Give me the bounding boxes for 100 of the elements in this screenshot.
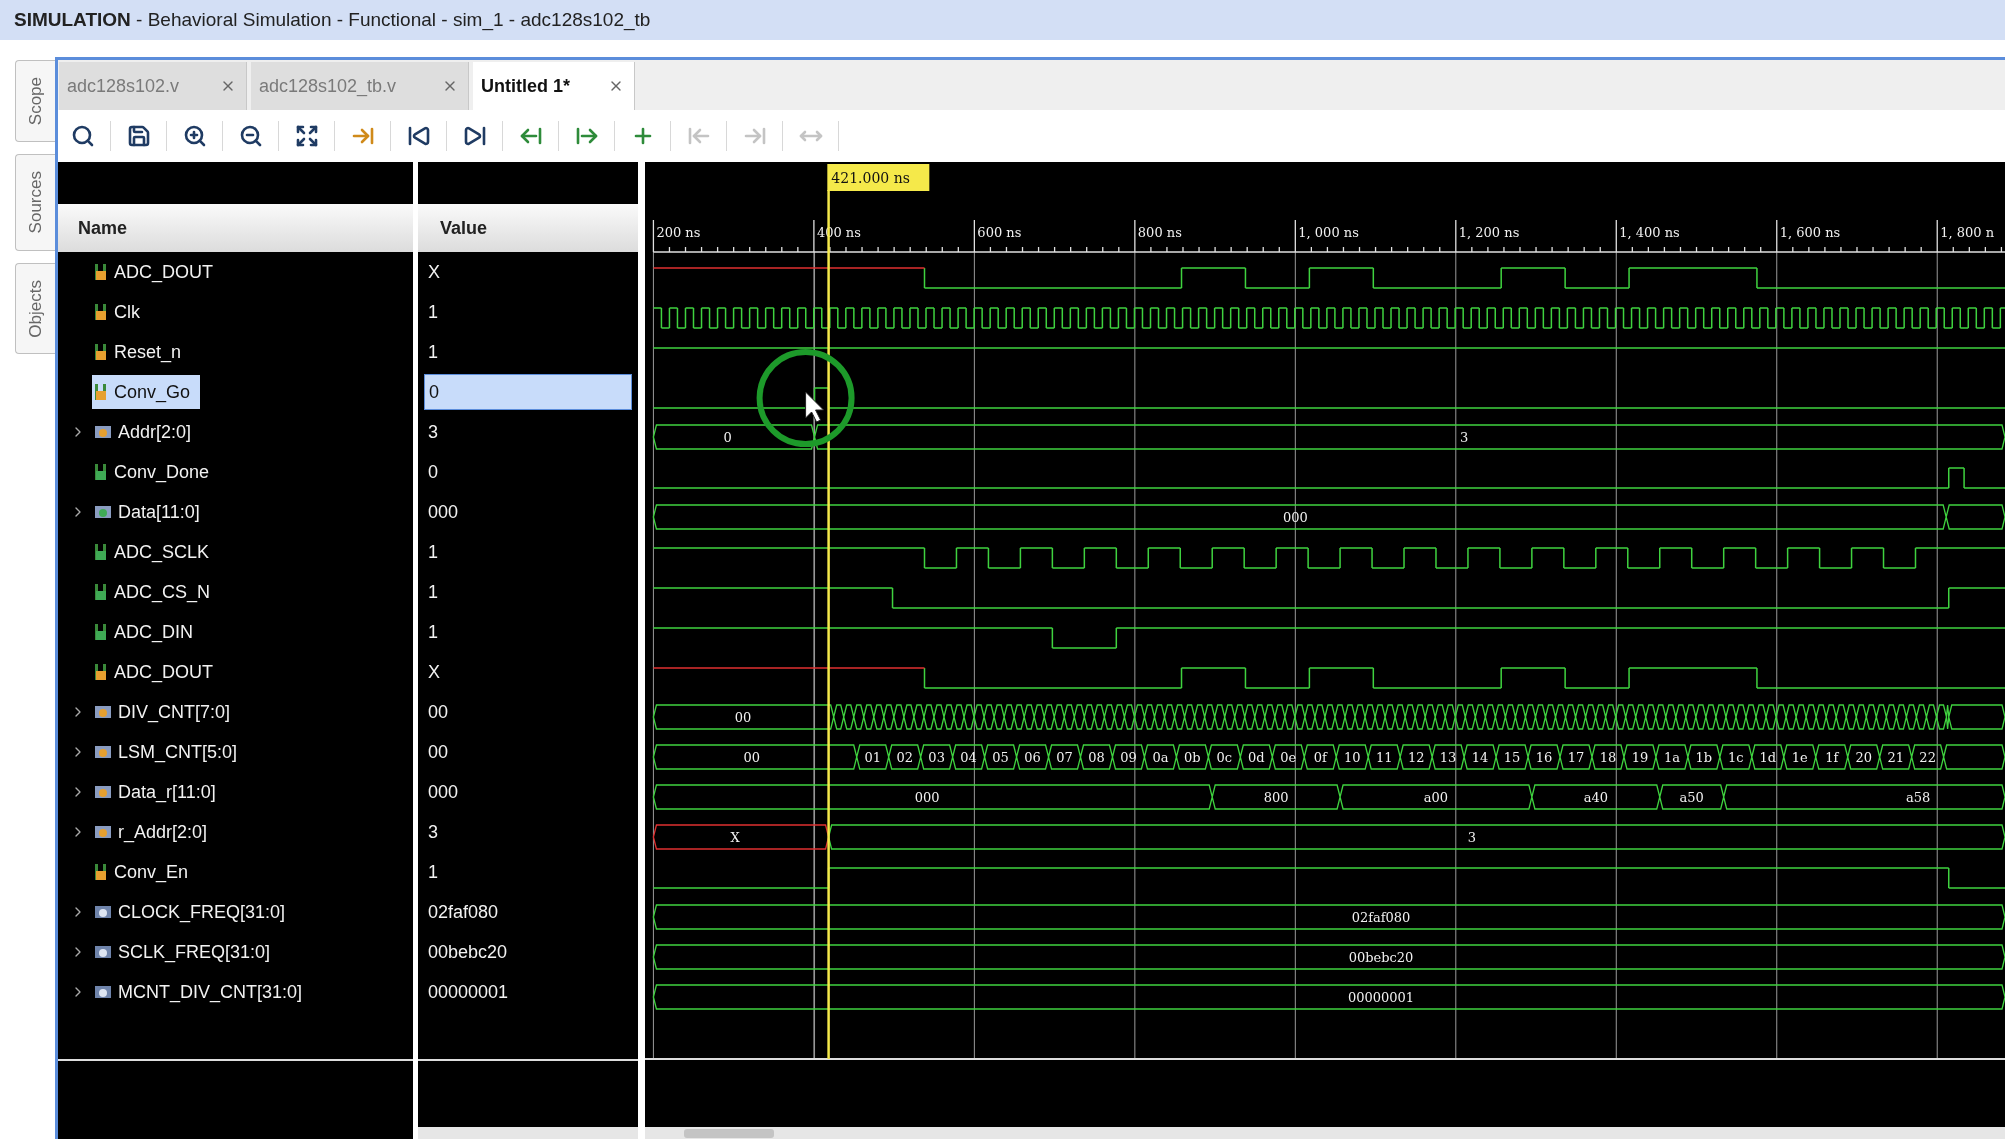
bus-value-label: 00bebc20 bbox=[1348, 950, 1414, 965]
bus-value-label: 08 bbox=[1088, 750, 1105, 765]
bus-value-label: 0a bbox=[1152, 750, 1169, 765]
bus-value-label: 13 bbox=[1439, 750, 1457, 765]
bus-value-label: 21 bbox=[1887, 750, 1904, 765]
signal-name[interactable]: LSM_CNT[5:0] bbox=[92, 735, 248, 769]
signal-value: X bbox=[427, 660, 441, 684]
signal-name[interactable]: r_Addr[2:0] bbox=[92, 815, 218, 849]
signal-name[interactable]: Conv_Go bbox=[92, 375, 201, 409]
time-tick-label: 1, 200 ns bbox=[1458, 225, 1520, 240]
signal-name[interactable]: ADC_DOUT bbox=[92, 255, 223, 289]
bus-value-label: 000 bbox=[1282, 510, 1308, 525]
signal-value: 3 bbox=[427, 820, 439, 844]
bus-value-label: 3 bbox=[1459, 430, 1469, 445]
bus-value-label: 1b bbox=[1695, 750, 1713, 765]
bus-value-label: 16 bbox=[1535, 750, 1553, 765]
bus-value-label: X bbox=[730, 830, 740, 845]
editor-tab[interactable]: Untitled 1* bbox=[473, 62, 635, 110]
signal-name[interactable]: Reset_n bbox=[92, 335, 192, 369]
signal-name[interactable]: ADC_DIN bbox=[92, 615, 203, 649]
signal-value: 000 bbox=[427, 780, 460, 804]
signal-value: 00 bbox=[427, 740, 450, 764]
signal-value: 3 bbox=[427, 420, 439, 444]
scrollbar-thumb[interactable] bbox=[684, 1128, 774, 1138]
bus-value-label: 15 bbox=[1503, 750, 1521, 765]
signal-name[interactable]: Addr[2:0] bbox=[92, 415, 202, 449]
time-tick-label: 600 ns bbox=[977, 225, 1022, 240]
signal-value: 1 bbox=[427, 340, 439, 364]
signal-value: 1 bbox=[427, 300, 439, 324]
bus-value-label: 18 bbox=[1599, 750, 1617, 765]
skip-forward-icon bbox=[463, 124, 487, 148]
bus-value-label: 22 bbox=[1919, 750, 1936, 765]
bus-value-label: 00000001 bbox=[1347, 990, 1415, 1005]
signal-value: 000 bbox=[427, 500, 460, 524]
bus-value-label: 12 bbox=[1407, 750, 1425, 765]
bus-value-label: 0d bbox=[1248, 750, 1265, 765]
side-tab[interactable]: Objects bbox=[15, 262, 55, 355]
bus-value-label: 0f bbox=[1313, 750, 1327, 765]
signal-value: 1 bbox=[427, 860, 439, 884]
signal-value: 1 bbox=[427, 540, 439, 564]
time-tick-label: 1, 000 ns bbox=[1298, 225, 1359, 240]
column-header[interactable]: Name bbox=[58, 204, 413, 252]
bus-value-label: 1d bbox=[1759, 750, 1777, 765]
signal-name[interactable]: Data[11:0] bbox=[92, 495, 210, 529]
signal-name[interactable]: DIV_CNT[7:0] bbox=[92, 695, 241, 729]
expand-arrows-icon bbox=[295, 124, 319, 148]
bus-value-label: 00 bbox=[743, 750, 761, 765]
bus-value-label: 800 bbox=[1263, 790, 1289, 805]
bus-value-label: 00 bbox=[734, 710, 752, 725]
signal-name[interactable]: Data_r[11:0] bbox=[92, 775, 226, 809]
signal-value: X bbox=[427, 260, 441, 284]
signal-name[interactable]: Clk bbox=[92, 295, 150, 329]
bus-value-label: 3 bbox=[1467, 830, 1476, 845]
signal-name[interactable]: MCNT_DIV_CNT[31:0] bbox=[92, 975, 313, 1009]
bus-value-label: 0b bbox=[1184, 750, 1201, 765]
bus-value-label: 09 bbox=[1120, 750, 1137, 765]
signal-value: 1 bbox=[427, 620, 439, 644]
bus-value-label: 0e bbox=[1280, 750, 1297, 765]
bus-value-label: 000 bbox=[914, 790, 940, 805]
search-icon bbox=[71, 124, 95, 148]
mouse-pointer-icon bbox=[805, 391, 825, 423]
time-tick-label: 1, 800 n bbox=[1940, 225, 1995, 240]
window-title: SIMULATION - Behavioral Simulation - Functional - sim_1 - adc128s102_tb bbox=[14, 7, 651, 33]
bus-value-label: 1e bbox=[1791, 750, 1808, 765]
time-tick-label: 800 ns bbox=[1137, 225, 1182, 240]
bus-value-label: a40 bbox=[1583, 790, 1608, 805]
bus-value-label: 01 bbox=[864, 750, 881, 765]
side-tab[interactable]: Scope bbox=[15, 60, 55, 143]
signal-value: 1 bbox=[427, 580, 439, 604]
bus-value-label: 1a bbox=[1663, 750, 1680, 765]
time-tick-label: 1, 400 ns bbox=[1619, 225, 1680, 240]
signal-name[interactable]: Conv_Done bbox=[92, 455, 220, 489]
bus-value-label: 02faf080 bbox=[1351, 910, 1411, 925]
bus-value-label: 1f bbox=[1825, 750, 1839, 765]
skip-back-icon bbox=[407, 124, 431, 148]
horizontal-scrollbar[interactable] bbox=[418, 1127, 638, 1139]
bus-value-label: 0c bbox=[1216, 750, 1233, 765]
signal-name[interactable]: CLOCK_FREQ[31:0] bbox=[92, 895, 296, 929]
time-tick-label: 200 ns bbox=[656, 225, 701, 240]
signal-value: 0 bbox=[427, 460, 439, 484]
click-indicator-icon bbox=[756, 349, 855, 447]
signal-name[interactable]: ADC_DOUT bbox=[92, 655, 223, 689]
horizontal-scrollbar[interactable] bbox=[645, 1127, 2005, 1139]
signal-value: 02faf080 bbox=[427, 900, 500, 924]
cursor-time-label: 421.000 ns bbox=[831, 170, 910, 186]
bus-value-label: 19 bbox=[1631, 750, 1649, 765]
bus-value-label: 05 bbox=[992, 750, 1009, 765]
signal-name[interactable]: SCLK_FREQ[31:0] bbox=[92, 935, 281, 969]
side-tab[interactable]: Sources bbox=[15, 154, 55, 251]
column-header[interactable]: Value bbox=[418, 204, 638, 252]
bus-value-label: 14 bbox=[1471, 750, 1489, 765]
bus-value-label: 20 bbox=[1855, 750, 1872, 765]
signal-name[interactable]: ADC_SCLK bbox=[92, 535, 220, 569]
signal-name[interactable]: Conv_En bbox=[92, 855, 199, 889]
signal-name[interactable]: ADC_CS_N bbox=[92, 575, 221, 609]
bus-value-label: a58 bbox=[1905, 790, 1931, 805]
signal-value: 00000001 bbox=[427, 980, 510, 1004]
bus-value-label: a00 bbox=[1423, 790, 1449, 805]
signal-value: 00bebc20 bbox=[427, 940, 509, 964]
bus-value-label: 10 bbox=[1343, 750, 1361, 765]
